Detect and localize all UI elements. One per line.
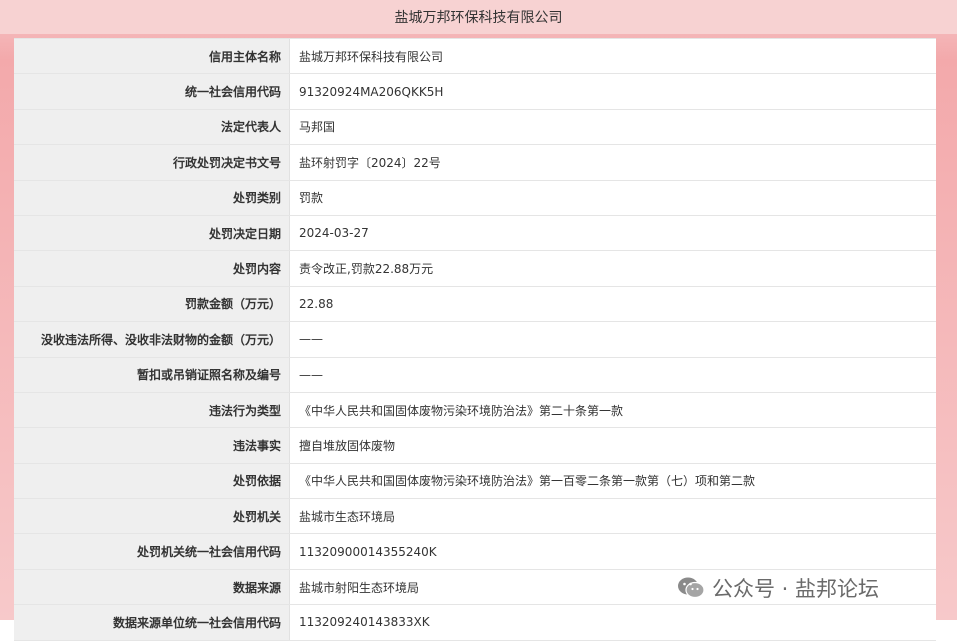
table-row: 处罚内容 责令改正,罚款22.88万元 [14,251,936,287]
table-row: 处罚机关统一社会信用代码 11320900014355240K [14,534,936,570]
table-row: 处罚机关 盐城市生态环境局 [14,499,936,535]
watermark-text: 公众号 · 盐邦论坛 [712,577,880,601]
row-value: —— [290,322,936,357]
row-label: 处罚决定日期 [14,215,290,251]
penalty-info-table: 信用主体名称 盐城万邦环保科技有限公司 统一社会信用代码 91320924MA2… [14,38,936,641]
row-value: 马邦国 [290,109,936,145]
row-value: 22.88 [290,286,936,322]
row-label: 罚款金额（万元） [14,286,290,322]
table-row: 处罚依据 《中华人民共和国固体废物污染环境防治法》第一百零二条第一款第（七）项和… [14,463,936,500]
row-label: 行政处罚决定书文号 [14,145,290,180]
row-value: —— [290,357,936,392]
row-label: 处罚机关统一社会信用代码 [14,534,290,569]
row-value: 113209240143833XK [290,605,936,640]
row-label: 处罚类别 [14,180,290,215]
row-label: 信用主体名称 [14,39,290,74]
row-value: 盐城市生态环境局 [290,499,936,534]
table-row: 没收违法所得、没收非法财物的金额（万元） —— [14,322,936,358]
row-label: 暂扣或吊销证照名称及编号 [14,357,290,392]
row-value: 《中华人民共和国固体废物污染环境防治法》第二十条第一款 [290,392,936,428]
row-label: 处罚依据 [14,463,290,499]
table-row: 违法行为类型 《中华人民共和国固体废物污染环境防治法》第二十条第一款 [14,392,936,429]
page-title: 盐城万邦环保科技有限公司 [0,0,957,34]
table-row: 处罚类别 罚款 [14,180,936,216]
row-label: 法定代表人 [14,109,290,145]
row-label: 数据来源 [14,569,290,605]
table-row: 统一社会信用代码 91320924MA206QKK5H [14,74,936,110]
row-label: 没收违法所得、没收非法财物的金额（万元） [14,322,290,357]
row-value: 盐环射罚字〔2024〕22号 [290,145,936,180]
table-row: 处罚决定日期 2024-03-27 [14,215,936,252]
row-label: 处罚内容 [14,251,290,286]
table-row: 数据来源单位统一社会信用代码 113209240143833XK [14,605,936,641]
table-row: 信用主体名称 盐城万邦环保科技有限公司 [14,38,936,75]
row-value: 责令改正,罚款22.88万元 [290,251,936,286]
row-label: 数据来源单位统一社会信用代码 [14,605,290,640]
wechat-icon [678,577,705,599]
row-label: 统一社会信用代码 [14,74,290,109]
row-label: 处罚机关 [14,499,290,534]
table-row: 罚款金额（万元） 22.88 [14,286,936,323]
row-value: 盐城万邦环保科技有限公司 [290,39,936,74]
row-label: 违法行为类型 [14,392,290,428]
row-label: 违法事实 [14,428,290,463]
row-value: 《中华人民共和国固体废物污染环境防治法》第一百零二条第一款第（七）项和第二款 [290,463,936,499]
table-row: 行政处罚决定书文号 盐环射罚字〔2024〕22号 [14,145,936,181]
row-value: 11320900014355240K [290,534,936,569]
row-value: 罚款 [290,180,936,215]
row-value: 91320924MA206QKK5H [290,74,936,109]
row-value: 2024-03-27 [290,215,936,251]
watermark: 公众号 · 盐邦论坛 [672,572,884,604]
row-value: 擅自堆放固体废物 [290,428,936,463]
table-row: 法定代表人 马邦国 [14,109,936,146]
page-background: 盐城万邦环保科技有限公司 信用主体名称 盐城万邦环保科技有限公司 统一社会信用代… [0,0,957,641]
table-row: 暂扣或吊销证照名称及编号 —— [14,357,936,393]
table-row: 违法事实 擅自堆放固体废物 [14,428,936,464]
